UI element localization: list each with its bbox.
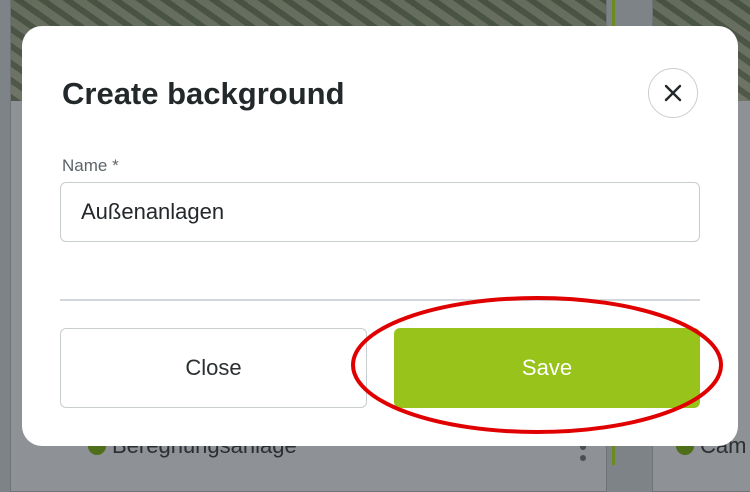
close-dialog-button[interactable] [648,68,698,118]
create-background-dialog: Create background Name * Close Save [22,26,738,446]
name-field-label: Name * [62,156,119,175]
save-button[interactable]: Save [394,328,700,408]
name-input[interactable] [60,182,700,242]
dialog-divider [60,299,700,301]
close-button[interactable]: Close [60,328,367,408]
close-icon [664,84,682,102]
dialog-title: Create background [62,76,345,111]
